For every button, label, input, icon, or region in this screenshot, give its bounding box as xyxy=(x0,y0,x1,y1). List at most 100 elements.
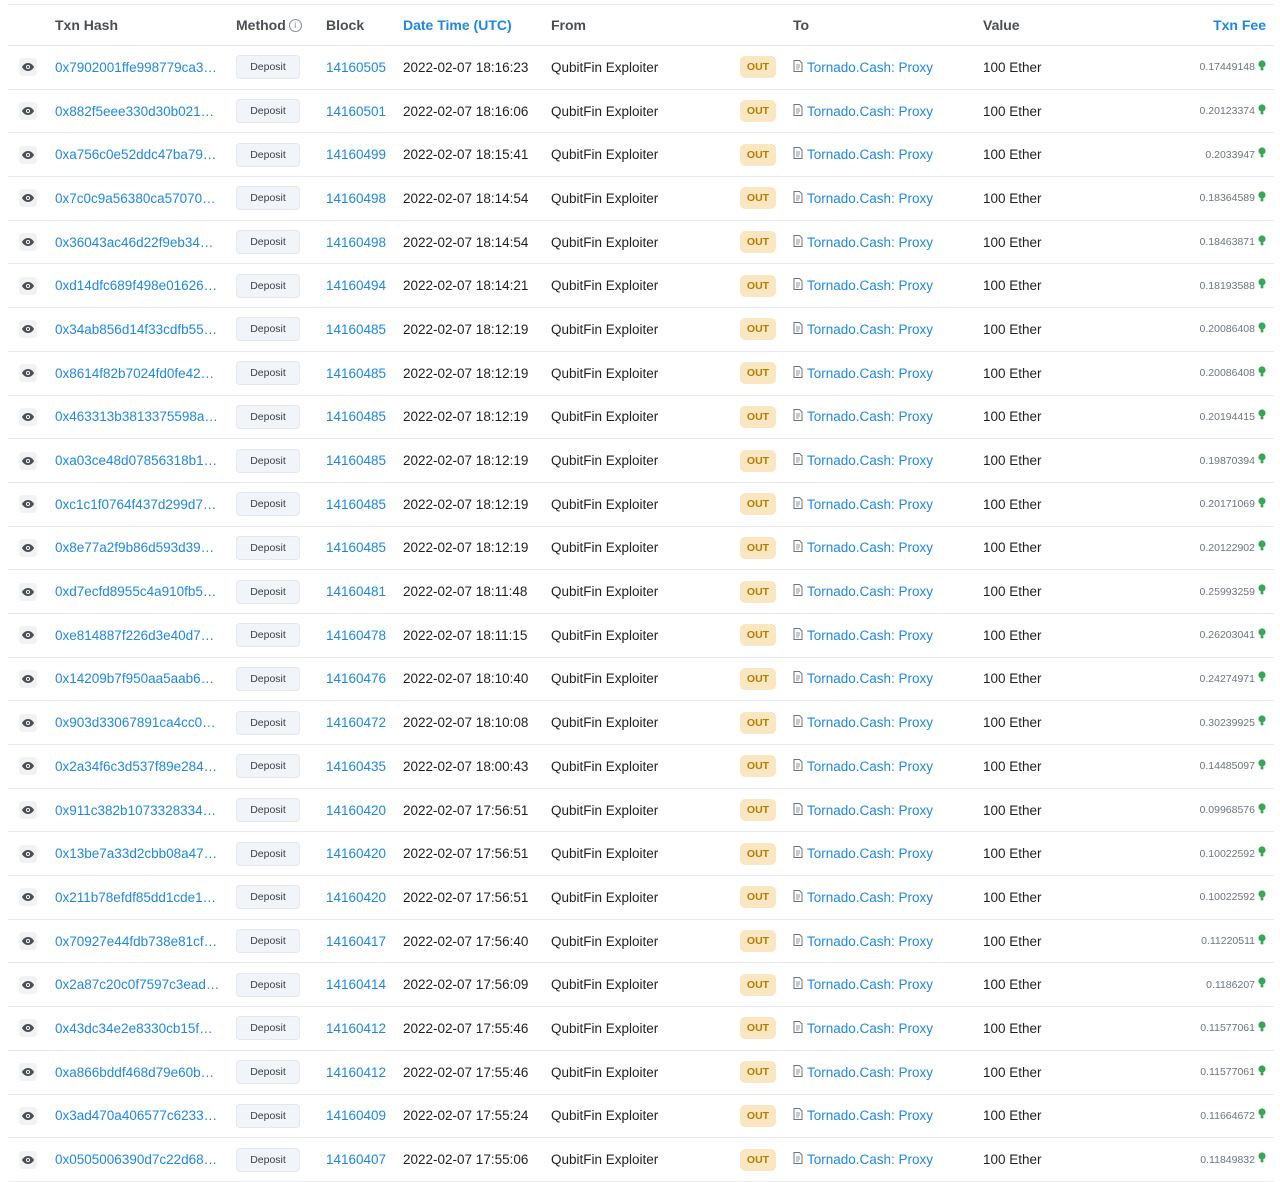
from-address-link[interactable]: QubitFin Exploiter xyxy=(551,322,658,337)
from-address-link[interactable]: QubitFin Exploiter xyxy=(551,934,658,949)
txn-hash-link[interactable]: 0x882f5eee330d30b021… xyxy=(55,104,220,119)
txn-hash-link[interactable]: 0xd7ecfd8955c4a910fb5… xyxy=(55,584,220,599)
header-txn-fee-toggle[interactable]: Txn Fee xyxy=(1118,5,1266,45)
eye-icon[interactable] xyxy=(19,364,37,383)
to-address-link[interactable]: Tornado.Cash: Proxy xyxy=(793,1020,933,1036)
from-address-link[interactable]: QubitFin Exploiter xyxy=(551,453,658,468)
gas-bulb-icon[interactable] xyxy=(1258,540,1266,555)
txn-hash-link[interactable]: 0x8614f82b7024fd0fe42… xyxy=(55,366,220,381)
eye-icon[interactable] xyxy=(19,1106,37,1125)
block-link[interactable]: 14160501 xyxy=(326,104,386,119)
block-link[interactable]: 14160485 xyxy=(326,497,386,512)
to-address-link[interactable]: Tornado.Cash: Proxy xyxy=(793,103,933,119)
gas-bulb-icon[interactable] xyxy=(1258,453,1266,468)
block-link[interactable]: 14160407 xyxy=(326,1152,386,1167)
txn-hash-link[interactable]: 0x13be7a33d2cbb08a47… xyxy=(55,846,220,861)
from-address-link[interactable]: QubitFin Exploiter xyxy=(551,803,658,818)
to-address-link[interactable]: Tornado.Cash: Proxy xyxy=(793,758,933,774)
block-link[interactable]: 14160498 xyxy=(326,235,386,250)
from-address-link[interactable]: QubitFin Exploiter xyxy=(551,846,658,861)
txn-hash-link[interactable]: 0xd14dfc689f498e01626… xyxy=(55,278,220,293)
block-link[interactable]: 14160435 xyxy=(326,759,386,774)
eye-icon[interactable] xyxy=(19,713,37,732)
to-address-link[interactable]: Tornado.Cash: Proxy xyxy=(793,802,933,818)
eye-icon[interactable] xyxy=(19,276,37,295)
block-link[interactable]: 14160505 xyxy=(326,60,386,75)
eye-icon[interactable] xyxy=(19,801,37,820)
block-link[interactable]: 14160481 xyxy=(326,584,386,599)
block-link[interactable]: 14160412 xyxy=(326,1021,386,1036)
txn-hash-link[interactable]: 0x903d33067891ca4cc0… xyxy=(55,715,220,730)
eye-icon[interactable] xyxy=(19,888,37,907)
from-address-link[interactable]: QubitFin Exploiter xyxy=(551,584,658,599)
txn-hash-link[interactable]: 0x7902001ffe998779ca3… xyxy=(55,60,220,75)
eye-icon[interactable] xyxy=(19,189,37,208)
eye-icon[interactable] xyxy=(19,669,37,688)
txn-hash-link[interactable]: 0x43dc34e2e8330cb15f… xyxy=(55,1021,220,1036)
to-address-link[interactable]: Tornado.Cash: Proxy xyxy=(793,147,933,162)
to-address-link[interactable]: Tornado.Cash: Proxy xyxy=(793,234,933,250)
gas-bulb-icon[interactable] xyxy=(1258,846,1266,861)
from-address-link[interactable]: QubitFin Exploiter xyxy=(551,1021,658,1036)
block-link[interactable]: 14160485 xyxy=(326,366,386,381)
txn-hash-link[interactable]: 0xa756c0e52ddc47ba79… xyxy=(55,147,220,162)
block-link[interactable]: 14160494 xyxy=(326,278,386,293)
eye-icon[interactable] xyxy=(19,1150,37,1169)
block-link[interactable]: 14160498 xyxy=(326,191,386,206)
txn-hash-link[interactable]: 0x14209b7f950aa5aab6… xyxy=(55,671,220,686)
gas-bulb-icon[interactable] xyxy=(1258,977,1266,992)
gas-bulb-icon[interactable] xyxy=(1258,191,1266,206)
gas-bulb-icon[interactable] xyxy=(1258,497,1266,512)
txn-hash-link[interactable]: 0x0505006390d7c22d68… xyxy=(55,1152,220,1167)
from-address-link[interactable]: QubitFin Exploiter xyxy=(551,715,658,730)
from-address-link[interactable]: QubitFin Exploiter xyxy=(551,409,658,424)
eye-icon[interactable] xyxy=(19,538,37,557)
to-address-link[interactable]: Tornado.Cash: Proxy xyxy=(793,889,933,905)
gas-bulb-icon[interactable] xyxy=(1258,234,1266,250)
block-link[interactable]: 14160476 xyxy=(326,671,386,686)
to-address-link[interactable]: Tornado.Cash: Proxy xyxy=(793,1064,933,1080)
block-link[interactable]: 14160499 xyxy=(326,147,386,162)
gas-bulb-icon[interactable] xyxy=(1258,933,1266,949)
eye-icon[interactable] xyxy=(19,102,37,121)
from-address-link[interactable]: QubitFin Exploiter xyxy=(551,1108,658,1123)
block-link[interactable]: 14160420 xyxy=(326,846,386,861)
eye-icon[interactable] xyxy=(19,145,37,164)
to-address-link[interactable]: Tornado.Cash: Proxy xyxy=(793,540,933,555)
block-link[interactable]: 14160412 xyxy=(326,1065,386,1080)
from-address-link[interactable]: QubitFin Exploiter xyxy=(551,671,658,686)
txn-hash-link[interactable]: 0xa03ce48d07856318b1… xyxy=(55,453,220,468)
txn-hash-link[interactable]: 0x2a87c20c0f7597c3ead… xyxy=(55,977,220,992)
to-address-link[interactable]: Tornado.Cash: Proxy xyxy=(793,321,933,337)
txn-hash-link[interactable]: 0x2a34f6c3d537f89e284… xyxy=(55,759,220,774)
from-address-link[interactable]: QubitFin Exploiter xyxy=(551,1065,658,1080)
txn-hash-link[interactable]: 0x911c382b1073328334… xyxy=(55,803,220,818)
gas-bulb-icon[interactable] xyxy=(1258,628,1266,643)
gas-bulb-icon[interactable] xyxy=(1258,147,1266,162)
from-address-link[interactable]: QubitFin Exploiter xyxy=(551,890,658,905)
to-address-link[interactable]: Tornado.Cash: Proxy xyxy=(793,977,933,992)
gas-bulb-icon[interactable] xyxy=(1258,103,1266,119)
block-link[interactable]: 14160472 xyxy=(326,715,386,730)
eye-icon[interactable] xyxy=(19,407,37,426)
from-address-link[interactable]: QubitFin Exploiter xyxy=(551,191,658,206)
txn-hash-link[interactable]: 0xa866bddf468d79e60b… xyxy=(55,1065,220,1080)
block-link[interactable]: 14160409 xyxy=(326,1108,386,1123)
to-address-link[interactable]: Tornado.Cash: Proxy xyxy=(793,846,933,861)
block-link[interactable]: 14160485 xyxy=(326,409,386,424)
eye-icon[interactable] xyxy=(19,757,37,776)
block-link[interactable]: 14160420 xyxy=(326,803,386,818)
to-address-link[interactable]: Tornado.Cash: Proxy xyxy=(793,365,933,381)
eye-icon[interactable] xyxy=(19,1019,37,1038)
to-address-link[interactable]: Tornado.Cash: Proxy xyxy=(793,671,933,686)
txn-hash-link[interactable]: 0x34ab856d14f33cdfb55… xyxy=(55,322,220,337)
to-address-link[interactable]: Tornado.Cash: Proxy xyxy=(793,1108,933,1123)
from-address-link[interactable]: QubitFin Exploiter xyxy=(551,147,658,162)
txn-hash-link[interactable]: 0xc1c1f0764f437d299d7… xyxy=(55,497,220,512)
to-address-link[interactable]: Tornado.Cash: Proxy xyxy=(793,409,933,424)
gas-bulb-icon[interactable] xyxy=(1258,409,1266,424)
block-link[interactable]: 14160414 xyxy=(326,977,386,992)
from-address-link[interactable]: QubitFin Exploiter xyxy=(551,366,658,381)
eye-icon[interactable] xyxy=(19,844,37,863)
to-address-link[interactable]: Tornado.Cash: Proxy xyxy=(793,190,933,206)
